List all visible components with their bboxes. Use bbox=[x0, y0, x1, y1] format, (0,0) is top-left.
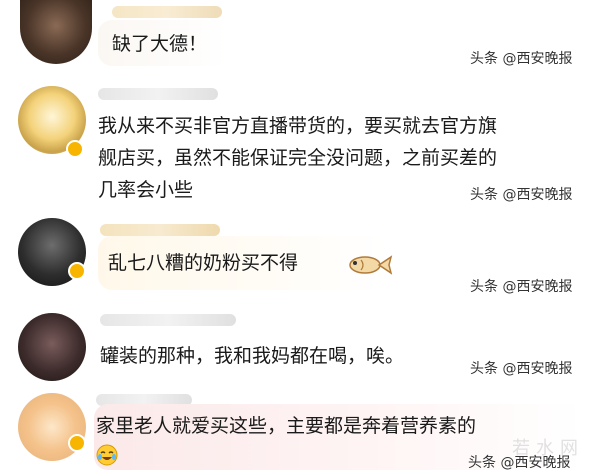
fish-icon bbox=[349, 255, 393, 275]
comment-text: 几率会小些 bbox=[98, 179, 194, 201]
verified-badge-icon bbox=[68, 434, 86, 452]
source-label: 头条 @西安晚报 bbox=[468, 455, 571, 471]
comment-text: 罐装的那种，我和我妈都在喝，唉。 bbox=[100, 345, 405, 367]
avatar[interactable] bbox=[20, 0, 92, 64]
source-label: 头条 @西安晚报 bbox=[470, 51, 573, 67]
source-label: 头条 @西安晚报 bbox=[470, 279, 573, 295]
crying-laugh-icon bbox=[96, 444, 118, 466]
comment-text: 舰店买，虽然不能保证完全没问题，之前买差的 bbox=[98, 147, 498, 169]
comment-text: 家里老人就爱买这些，主要都是奔着营养素的 bbox=[96, 415, 477, 437]
verified-badge-icon bbox=[66, 140, 84, 158]
source-label: 头条 @西安晚报 bbox=[470, 361, 573, 377]
source-label: 头条 @西安晚报 bbox=[470, 187, 573, 203]
verified-badge-icon bbox=[68, 262, 86, 280]
comment-text: 我从来不买非官方直播带货的，要买就去官方旗 bbox=[98, 115, 498, 137]
username-blurred[interactable] bbox=[112, 6, 222, 18]
username-blurred[interactable] bbox=[98, 88, 218, 100]
comment-text: 缺了大德！ bbox=[112, 33, 208, 55]
avatar[interactable] bbox=[18, 313, 86, 381]
username-blurred[interactable] bbox=[100, 314, 236, 326]
username-blurred[interactable] bbox=[100, 224, 220, 236]
comment-text: 乱七八糟的奶粉买不得 bbox=[108, 252, 299, 274]
